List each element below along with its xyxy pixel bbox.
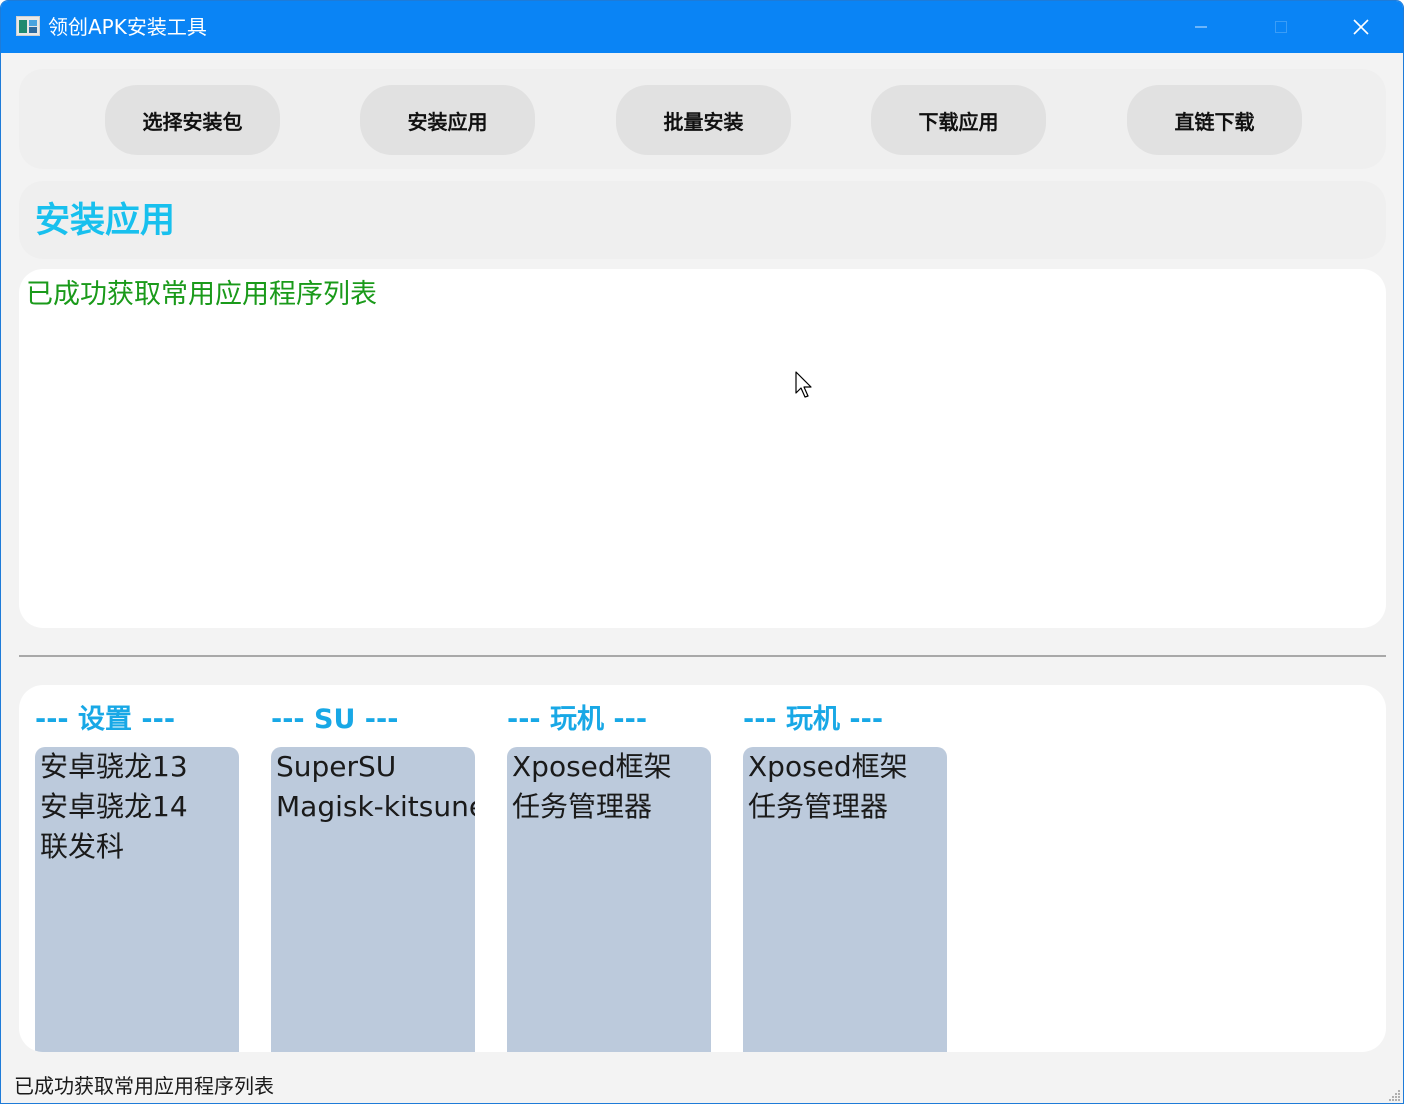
title-bar[interactable]: 领创APK安装工具 xyxy=(1,1,1403,53)
close-icon xyxy=(1353,19,1369,35)
list-item[interactable]: 安卓骁龙14 xyxy=(35,787,239,827)
list-item[interactable]: 任务管理器 xyxy=(507,787,711,827)
divider xyxy=(19,655,1386,657)
toolbar: 选择安装包 安装应用 批量安装 下载应用 直链下载 xyxy=(19,69,1386,169)
batch-install-button[interactable]: 批量安装 xyxy=(616,85,791,155)
list-item[interactable]: 联发科 xyxy=(35,827,239,867)
list-item[interactable]: Xposed框架 xyxy=(743,747,947,787)
section-header: 安装应用 xyxy=(19,181,1386,259)
category-heading: --- SU --- xyxy=(271,704,399,735)
app-window: 领创APK安装工具 选择安装包 安装应用 批量安装 下载应用 直链下载 安装应用… xyxy=(0,0,1404,1104)
app-logo-icon xyxy=(16,16,40,36)
app-categories-panel: --- 设置 --- 安卓骁龙13 安卓骁龙14 联发科 --- SU --- … xyxy=(19,685,1386,1052)
select-package-button[interactable]: 选择安装包 xyxy=(105,85,280,155)
minimize-button[interactable] xyxy=(1161,1,1241,53)
page-title: 安装应用 xyxy=(35,201,176,241)
status-bar-text: 已成功获取常用应用程序列表 xyxy=(14,1074,274,1098)
list-item[interactable]: Xposed框架 xyxy=(507,747,711,787)
category-heading: --- 玩机 --- xyxy=(743,704,884,735)
log-message: 已成功获取常用应用程序列表 xyxy=(26,279,377,310)
resize-grip-icon[interactable] xyxy=(1387,1089,1401,1101)
list-item[interactable]: SuperSU xyxy=(271,747,475,787)
window-title: 领创APK安装工具 xyxy=(48,15,207,39)
maximize-button[interactable] xyxy=(1241,1,1321,53)
log-output-panel[interactable]: 已成功获取常用应用程序列表 xyxy=(19,269,1386,628)
minimize-icon xyxy=(1195,26,1207,28)
direct-link-download-button[interactable]: 直链下载 xyxy=(1127,85,1302,155)
category-list[interactable]: SuperSU Magisk-kitsune xyxy=(271,747,475,1052)
download-app-button[interactable]: 下载应用 xyxy=(871,85,1046,155)
install-app-button[interactable]: 安装应用 xyxy=(360,85,535,155)
maximize-icon xyxy=(1275,21,1287,33)
list-item[interactable]: 任务管理器 xyxy=(743,787,947,827)
category-heading: --- 玩机 --- xyxy=(507,704,648,735)
list-item[interactable]: Magisk-kitsune xyxy=(271,787,475,827)
mouse-pointer-icon xyxy=(795,371,812,398)
category-list[interactable]: Xposed框架 任务管理器 xyxy=(507,747,711,1052)
list-item[interactable]: 安卓骁龙13 xyxy=(35,747,239,787)
close-button[interactable] xyxy=(1321,1,1401,53)
category-list[interactable]: Xposed框架 任务管理器 xyxy=(743,747,947,1052)
category-list[interactable]: 安卓骁龙13 安卓骁龙14 联发科 xyxy=(35,747,239,1052)
category-heading: --- 设置 --- xyxy=(35,704,176,735)
